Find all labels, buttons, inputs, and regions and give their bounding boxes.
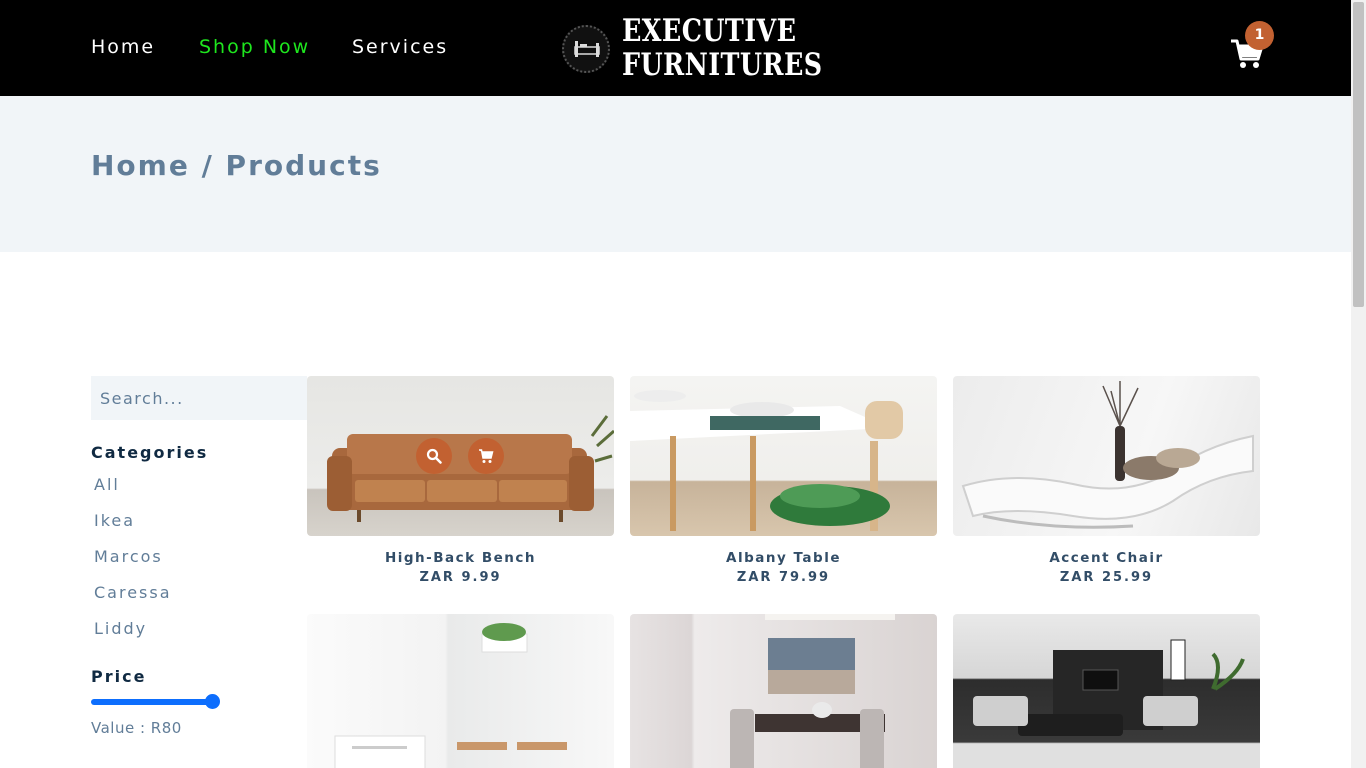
product-price: ZAR 79.99 [736, 570, 831, 585]
navbar: Home Shop Now Services EXECUTIVE FURNITU… [0, 0, 1351, 96]
nav-link-shop-now[interactable]: Shop Now [199, 36, 310, 58]
scrollbar-thumb[interactable] [1353, 2, 1364, 307]
logo[interactable]: EXECUTIVE FURNITURES [560, 12, 822, 88]
logo-text: EXECUTIVE FURNITURES [622, 14, 823, 82]
price-slider[interactable] [91, 699, 215, 705]
cart-add-icon[interactable] [468, 438, 504, 474]
product-name: High-Back Bench [384, 550, 537, 566]
category-caressa[interactable]: Caressa [94, 583, 172, 602]
breadcrumb: Home / Products [91, 149, 382, 182]
price-slider-handle[interactable] [205, 694, 220, 709]
category-ikea[interactable]: Ikea [94, 511, 135, 530]
bed-logo-icon [562, 25, 610, 73]
category-liddy[interactable]: Liddy [94, 619, 147, 638]
logo-line-2: FURNITURES [622, 47, 823, 83]
page-scrollbar[interactable] [1351, 0, 1366, 768]
product-image[interactable] [307, 376, 614, 536]
price-heading: Price [91, 667, 147, 686]
product-image[interactable] [307, 614, 614, 768]
nav-link-services[interactable]: Services [352, 36, 448, 58]
product-name: Albany Table [726, 550, 841, 566]
category-marcos[interactable]: Marcos [94, 547, 163, 566]
product-name: Accent Chair [1049, 550, 1164, 566]
product-image[interactable] [630, 376, 937, 536]
categories-heading: Categories [91, 443, 209, 462]
product-image[interactable] [953, 614, 1260, 768]
category-all[interactable]: All [94, 475, 120, 494]
nav-link-home[interactable]: Home [91, 36, 155, 58]
cart-count-badge: 1 [1245, 21, 1274, 50]
product-image[interactable] [630, 614, 937, 768]
search-icon[interactable] [416, 438, 452, 474]
product-price: ZAR 9.99 [419, 570, 502, 585]
product-image[interactable] [953, 376, 1260, 536]
page-hero-banner: Home / Products [0, 96, 1351, 252]
search-input[interactable] [91, 376, 307, 420]
price-value: Value : R80 [91, 719, 182, 737]
product-price: ZAR 25.99 [1059, 570, 1154, 585]
logo-line-1: EXECUTIVE [622, 13, 797, 49]
